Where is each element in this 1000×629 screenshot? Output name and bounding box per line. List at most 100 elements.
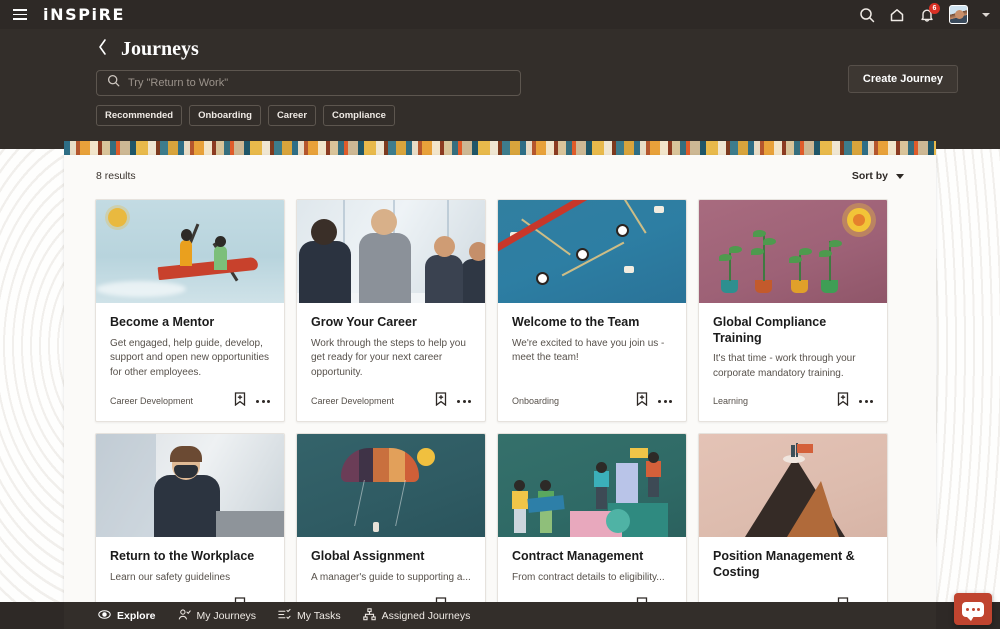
card-image — [297, 434, 485, 538]
rowing-scull-illustration — [498, 200, 686, 303]
card-title: Welcome to the Team — [512, 315, 640, 329]
filter-chip-career[interactable]: Career — [267, 105, 317, 126]
filter-chip-recommended[interactable]: Recommended — [96, 105, 183, 126]
bottom-nav-item-my-tasks[interactable]: My Tasks — [278, 608, 341, 624]
card-title: Grow Your Career — [311, 315, 417, 329]
card-body: Contract Management From contract detail… — [498, 537, 686, 586]
card-footer: Career Development — [96, 381, 284, 421]
page-header: Journeys Create Journey Recommended Onbo… — [0, 29, 1000, 149]
search-bar[interactable] — [96, 70, 521, 96]
card-image — [699, 434, 887, 538]
results-toolbar: 8 results Sort by — [64, 155, 936, 197]
top-navigation-bar: iNSPiRE 6 — [0, 0, 1000, 29]
card-image — [498, 200, 686, 303]
journey-card[interactable]: Grow Your Career Work through the steps … — [296, 199, 486, 423]
filter-chip-compliance[interactable]: Compliance — [323, 105, 395, 126]
card-description: It's that time - work through your corpo… — [713, 353, 856, 379]
bottom-nav-item-explore[interactable]: Explore — [98, 608, 156, 624]
filter-chip-onboarding[interactable]: Onboarding — [189, 105, 261, 126]
card-description: From contract details to eligibility... — [512, 571, 665, 583]
notification-badge: 6 — [929, 2, 940, 14]
sort-by-dropdown[interactable]: Sort by — [852, 170, 904, 182]
more-options-icon[interactable] — [859, 399, 873, 403]
notifications-bell-icon[interactable]: 6 — [919, 2, 940, 23]
page-title: Journeys — [121, 38, 199, 60]
search-input-icon — [107, 74, 120, 92]
search-icon[interactable] — [859, 7, 875, 23]
bottom-nav-label: Explore — [117, 609, 156, 622]
card-footer — [498, 587, 686, 603]
results-count: 8 results — [96, 170, 136, 182]
more-options-icon[interactable] — [256, 399, 270, 403]
card-body: Become a Mentor Get engaged, help guide,… — [96, 303, 284, 381]
home-icon[interactable] — [889, 7, 905, 23]
org-chart-icon — [362, 607, 376, 624]
page-title-row: Journeys — [96, 37, 199, 62]
journey-card[interactable]: Contract Management From contract detail… — [497, 433, 687, 603]
card-category: Learning — [713, 396, 749, 407]
back-chevron-left-icon[interactable] — [96, 37, 109, 62]
card-description: Learn our safety guidelines — [110, 571, 231, 583]
card-title: Return to the Workplace — [110, 549, 255, 564]
journey-card[interactable]: Return to the Workplace Learn our safety… — [95, 433, 285, 603]
brand-logo: iNSPiRE — [43, 5, 126, 24]
person-check-icon — [178, 608, 191, 624]
hamburger-menu-icon[interactable] — [13, 9, 27, 20]
bottom-nav-left-cap — [0, 602, 64, 629]
bottom-nav-label: My Tasks — [297, 609, 341, 622]
masked-worker-photo — [96, 434, 284, 538]
bookmark-add-icon[interactable] — [234, 392, 246, 411]
card-body: Grow Your Career Work through the steps … — [297, 303, 485, 381]
bookmark-add-icon[interactable] — [837, 392, 849, 411]
card-category: Onboarding — [512, 396, 560, 407]
journey-card[interactable]: Global Compliance Training It's that tim… — [698, 199, 888, 423]
card-footer: Learning — [699, 381, 887, 421]
card-footer: Onboarding — [498, 381, 686, 421]
card-image — [699, 200, 887, 303]
card-title: Contract Management — [512, 549, 644, 564]
create-journey-button[interactable]: Create Journey — [847, 65, 958, 93]
mountain-summit-illustration — [699, 434, 887, 538]
chat-support-button[interactable] — [954, 593, 992, 625]
caret-down-icon — [896, 173, 904, 179]
topbar-actions: 6 — [859, 2, 990, 24]
card-body: Global Assignment A manager's guide to s… — [297, 537, 485, 586]
potted-plants-sun-illustration — [699, 200, 887, 303]
card-footer — [699, 587, 887, 603]
bottom-nav-label: Assigned Journeys — [381, 609, 471, 622]
journey-card-grid: Become a Mentor Get engaged, help guide,… — [95, 199, 911, 603]
card-image — [498, 434, 686, 538]
journey-card[interactable]: Global Assignment A manager's guide to s… — [296, 433, 486, 603]
card-title: Become a Mentor — [110, 315, 215, 329]
bottom-nav-item-assigned-journeys[interactable]: Assigned Journeys — [362, 607, 471, 624]
journey-card[interactable]: Become a Mentor Get engaged, help guide,… — [95, 199, 285, 423]
search-input[interactable] — [128, 77, 510, 89]
bottom-nav-item-my-journeys[interactable]: My Journeys — [178, 608, 257, 624]
card-footer — [297, 587, 485, 603]
journey-card[interactable]: Welcome to the Team We're excited to hav… — [497, 199, 687, 423]
sort-by-label: Sort by — [851, 170, 888, 182]
checklist-icon — [278, 608, 291, 624]
bottom-nav-label: My Journeys — [196, 609, 257, 622]
bookmark-add-icon[interactable] — [636, 392, 648, 411]
parachute-illustration — [297, 434, 485, 538]
chat-bubble-icon — [962, 601, 984, 621]
card-category: Career Development — [311, 396, 395, 407]
card-body: Position Management & Costing — [699, 537, 887, 586]
bookmark-add-icon[interactable] — [435, 392, 447, 411]
card-image — [96, 434, 284, 538]
card-title: Global Compliance Training — [713, 315, 827, 345]
avatar[interactable] — [949, 5, 968, 24]
card-body: Global Compliance Training It's that tim… — [699, 303, 887, 381]
card-body: Return to the Workplace Learn our safety… — [96, 537, 284, 586]
more-options-icon[interactable] — [457, 399, 471, 403]
teamwork-shapes-illustration — [498, 434, 686, 538]
card-description: Get engaged, help guide, develop, suppor… — [110, 337, 270, 378]
journey-card[interactable]: Position Management & Costing — [698, 433, 888, 603]
bottom-navigation-bar: Explore My Journeys My Tasks Assigned Jo… — [64, 602, 936, 629]
chevron-down-icon[interactable] — [982, 12, 990, 17]
more-options-icon[interactable] — [658, 399, 672, 403]
card-image — [96, 200, 284, 303]
kayakers-illustration — [96, 200, 284, 303]
business-handshake-photo — [297, 200, 485, 303]
